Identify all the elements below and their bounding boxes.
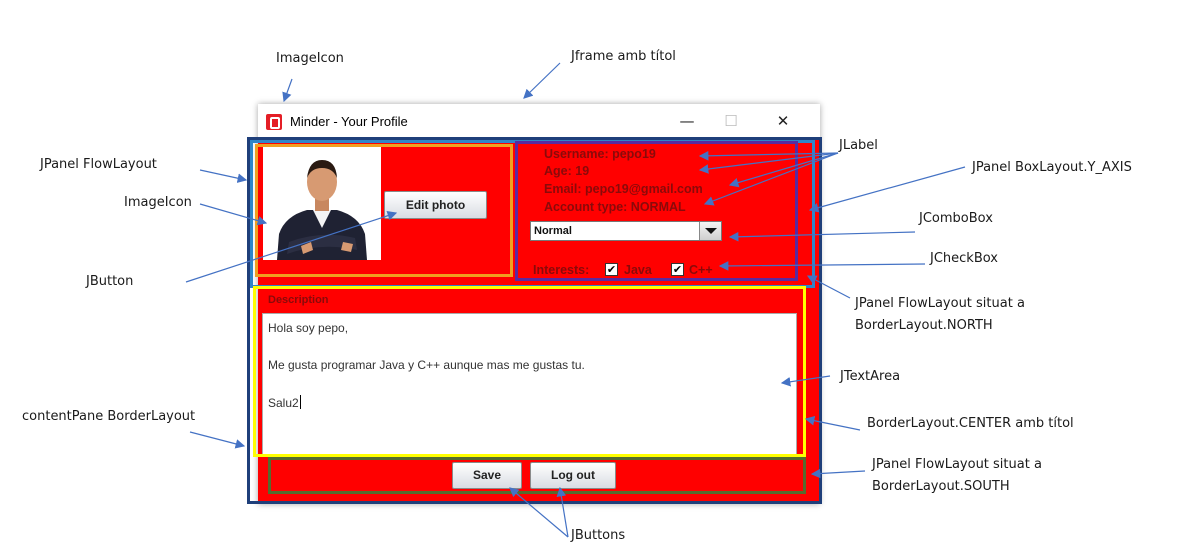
annotation-jcheckbox: JCheckBox	[930, 251, 998, 266]
account-type-label: Account type: NORMAL	[544, 200, 686, 214]
chevron-down-icon[interactable]	[699, 222, 721, 240]
annotation-south-line1: JPanel FlowLayout situat a	[872, 457, 1042, 472]
annotation-jcombobox: JComboBox	[919, 211, 993, 226]
annotation-jtextarea: JTextArea	[840, 369, 901, 384]
account-type-combobox[interactable]: Normal	[530, 221, 722, 241]
cpp-checkbox-label: C++	[689, 263, 713, 277]
annotation-north-line2: BorderLayout.NORTH	[855, 318, 993, 333]
app-logo-icon	[266, 114, 282, 130]
combobox-value: Normal	[534, 225, 572, 237]
username-label: Username: pepo19	[544, 147, 656, 161]
annotation-jframe: Jframe amb títol	[571, 49, 676, 64]
description-line-2: Me gusta programar Java y C++ aunque mas…	[268, 358, 585, 372]
cpp-checkbox[interactable]: ✔	[671, 263, 684, 276]
maximize-icon[interactable]: ☐	[718, 110, 744, 132]
annotation-boxlayout: JPanel BoxLayout.Y_AXIS	[972, 160, 1132, 175]
description-line-3: Salu2	[268, 396, 299, 410]
minimize-icon[interactable]: —	[674, 110, 700, 132]
java-checkbox-label: Java	[624, 263, 652, 277]
annotation-contentpane: contentPane BorderLayout	[22, 409, 196, 424]
close-icon[interactable]: ✕	[770, 110, 796, 132]
save-button[interactable]: Save	[452, 462, 522, 489]
window-title: Minder - Your Profile	[290, 114, 408, 129]
content-pane: Edit photo Username: pepo19 Age: 19 Emai…	[258, 138, 820, 504]
annotation-south-line2: BorderLayout.SOUTH	[872, 479, 1010, 494]
logout-button[interactable]: Log out	[530, 462, 616, 489]
annotation-north-line1: JPanel FlowLayout situat a	[855, 296, 1025, 311]
email-label: Email: pepo19@gmail.com	[544, 182, 703, 196]
annotation-jbuttons: JButtons	[571, 528, 626, 543]
annotation-jbutton: JButton	[86, 274, 134, 289]
annotation-center: BorderLayout.CENTER amb títol	[867, 416, 1074, 431]
person-photo-icon	[263, 146, 381, 260]
java-checkbox[interactable]: ✔	[605, 263, 618, 276]
age-label: Age: 19	[544, 164, 590, 178]
annotation-jpanel-flowlayout: JPanel FlowLayout	[40, 157, 157, 172]
interests-label: Interests:	[533, 263, 590, 277]
annotation-imageicon-left: ImageIcon	[124, 195, 192, 210]
profile-window: Minder - Your Profile — ☐ ✕ Edit photo U…	[258, 104, 820, 504]
text-caret	[299, 395, 301, 409]
edit-photo-button[interactable]: Edit photo	[384, 191, 487, 219]
annotation-jlabel: JLabel	[839, 138, 878, 153]
description-line-1: Hola soy pepo,	[268, 321, 349, 335]
description-textarea[interactable]: Hola soy pepo, Me gusta programar Java y…	[262, 313, 797, 455]
profile-photo	[263, 146, 381, 260]
window-titlebar[interactable]: Minder - Your Profile — ☐ ✕	[258, 104, 820, 138]
description-title: Description	[268, 294, 329, 306]
annotation-imageicon-top: ImageIcon	[276, 51, 344, 66]
